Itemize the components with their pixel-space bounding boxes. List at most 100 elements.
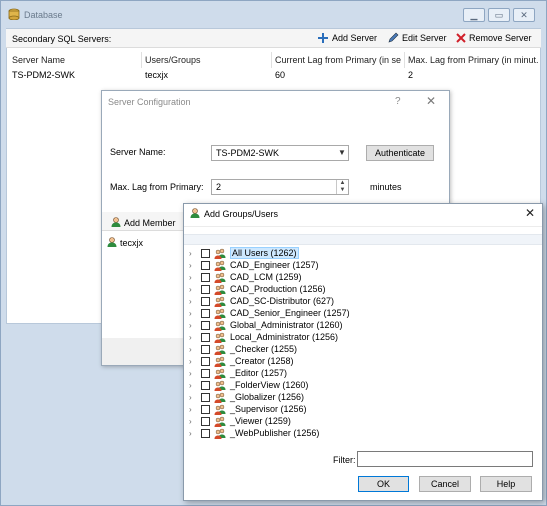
list-item[interactable]: › CAD_Senior_Engineer (1257) (184, 307, 542, 319)
list-item[interactable]: › _WebPublisher (1256) (184, 427, 542, 439)
table-row-users[interactable]: tecxjx (145, 70, 168, 80)
checkbox[interactable] (201, 296, 210, 306)
server-name-select[interactable]: TS-PDM2-SWK (211, 145, 349, 161)
checkbox[interactable] (201, 428, 210, 438)
expand-arrow-icon[interactable]: › (189, 393, 199, 402)
dialog-title: Server Configuration (108, 97, 191, 107)
filter-input[interactable] (357, 451, 533, 467)
group-icon (214, 272, 226, 283)
list-item[interactable]: › _Editor (1257) (184, 367, 542, 379)
ok-button[interactable]: OK (358, 476, 409, 492)
column-divider (141, 52, 142, 68)
list-item-label: Global_Administrator (1260) (230, 320, 343, 330)
list-item[interactable]: › CAD_Production (1256) (184, 283, 542, 295)
column-header-max-lag[interactable]: Max. Lag from Primary (in minut... (408, 55, 538, 65)
max-lag-stepper[interactable]: 2 (211, 179, 349, 195)
close-window-button[interactable]: ✕ (513, 8, 535, 22)
column-header-current-lag[interactable]: Current Lag from Primary (in se... (275, 55, 401, 65)
divider (184, 226, 542, 227)
close-icon[interactable]: ✕ (525, 206, 535, 220)
checkbox[interactable] (201, 284, 210, 294)
list-item-label: _Creator (1258) (230, 356, 294, 366)
chevron-down-icon[interactable]: ▼ (338, 148, 346, 157)
expand-arrow-icon[interactable]: › (189, 417, 199, 426)
member-item[interactable]: tecxjx (120, 238, 143, 248)
list-item-label: CAD_Engineer (1257) (230, 260, 319, 270)
group-icon (214, 296, 226, 307)
list-item[interactable]: › Global_Administrator (1260) (184, 319, 542, 331)
checkbox[interactable] (201, 356, 210, 366)
expand-arrow-icon[interactable]: › (189, 249, 199, 258)
checkbox[interactable] (201, 380, 210, 390)
list-item[interactable]: › _Supervisor (1256) (184, 403, 542, 415)
list-item[interactable]: › Local_Administrator (1256) (184, 331, 542, 343)
group-icon (214, 428, 226, 439)
expand-arrow-icon[interactable]: › (189, 381, 199, 390)
table-row-current-lag[interactable]: 60 (275, 70, 285, 80)
checkbox[interactable] (201, 332, 210, 342)
expand-arrow-icon[interactable]: › (189, 345, 199, 354)
checkbox[interactable] (201, 272, 210, 282)
expand-arrow-icon[interactable]: › (189, 261, 199, 270)
checkbox[interactable] (201, 344, 210, 354)
list-item-label: _Checker (1255) (230, 344, 298, 354)
expand-arrow-icon[interactable]: › (189, 357, 199, 366)
checkbox[interactable] (201, 320, 210, 330)
add-server-button[interactable]: Add Server (317, 31, 377, 45)
column-header-server-name[interactable]: Server Name (12, 55, 65, 65)
checkbox[interactable] (201, 308, 210, 318)
list-item[interactable]: › _Creator (1258) (184, 355, 542, 367)
add-icon (318, 33, 328, 43)
expand-arrow-icon[interactable]: › (189, 369, 199, 378)
help-button[interactable]: Help (480, 476, 532, 492)
column-divider (271, 52, 272, 68)
add-member-button[interactable]: Add Member (124, 218, 176, 228)
cancel-button[interactable]: Cancel (419, 476, 471, 492)
help-icon[interactable]: ? (395, 96, 401, 107)
checkbox[interactable] (201, 404, 210, 414)
checkbox[interactable] (201, 248, 210, 258)
list-item-label: CAD_Senior_Engineer (1257) (230, 308, 350, 318)
checkbox[interactable] (201, 368, 210, 378)
expand-arrow-icon[interactable]: › (189, 309, 199, 318)
list-item[interactable]: › _Viewer (1259) (184, 415, 542, 427)
expand-arrow-icon[interactable]: › (189, 285, 199, 294)
remove-server-button[interactable]: Remove Server (456, 31, 532, 45)
add-server-label: Add Server (332, 33, 378, 43)
max-lag-label: Max. Lag from Primary: (110, 182, 204, 192)
list-item-label: CAD_SC-Distributor (627) (230, 296, 335, 306)
list-item[interactable]: › CAD_LCM (1259) (184, 271, 542, 283)
group-icon (214, 392, 226, 403)
minimize-button[interactable]: ▁ (463, 8, 485, 22)
spinner-arrows-icon[interactable]: ▲ ▼ (336, 180, 348, 194)
list-item-label: CAD_Production (1256) (230, 284, 326, 294)
list-item[interactable]: › _Globalizer (1256) (184, 391, 542, 403)
list-item[interactable]: › CAD_Engineer (1257) (184, 259, 542, 271)
remove-server-label: Remove Server (469, 33, 532, 43)
edit-server-button[interactable]: Edit Server (387, 31, 447, 45)
maximize-button[interactable]: ▭ (488, 8, 510, 22)
dialog-title: Add Groups/Users (204, 209, 279, 219)
list-item-label: _WebPublisher (1256) (230, 428, 320, 438)
list-item[interactable]: › CAD_SC-Distributor (627) (184, 295, 542, 307)
checkbox[interactable] (201, 260, 210, 270)
table-row-max-lag[interactable]: 2 (408, 70, 413, 80)
expand-arrow-icon[interactable]: › (189, 273, 199, 282)
expand-arrow-icon[interactable]: › (189, 429, 199, 438)
list-item[interactable]: › All Users (1262) (184, 247, 542, 259)
expand-arrow-icon[interactable]: › (189, 333, 199, 342)
list-item[interactable]: › _FolderView (1260) (184, 379, 542, 391)
minutes-label: minutes (370, 182, 402, 192)
checkbox[interactable] (201, 392, 210, 402)
column-header-users-groups[interactable]: Users/Groups (145, 55, 201, 65)
group-icon (214, 380, 226, 391)
expand-arrow-icon[interactable]: › (189, 321, 199, 330)
table-row-server[interactable]: TS-PDM2-SWK (12, 70, 75, 80)
expand-arrow-icon[interactable]: › (189, 297, 199, 306)
checkbox[interactable] (201, 416, 210, 426)
server-name-label: Server Name: (110, 147, 166, 157)
close-icon[interactable]: ✕ (426, 94, 436, 108)
list-item[interactable]: › _Checker (1255) (184, 343, 542, 355)
authenticate-button[interactable]: Authenticate (366, 145, 434, 161)
expand-arrow-icon[interactable]: › (189, 405, 199, 414)
